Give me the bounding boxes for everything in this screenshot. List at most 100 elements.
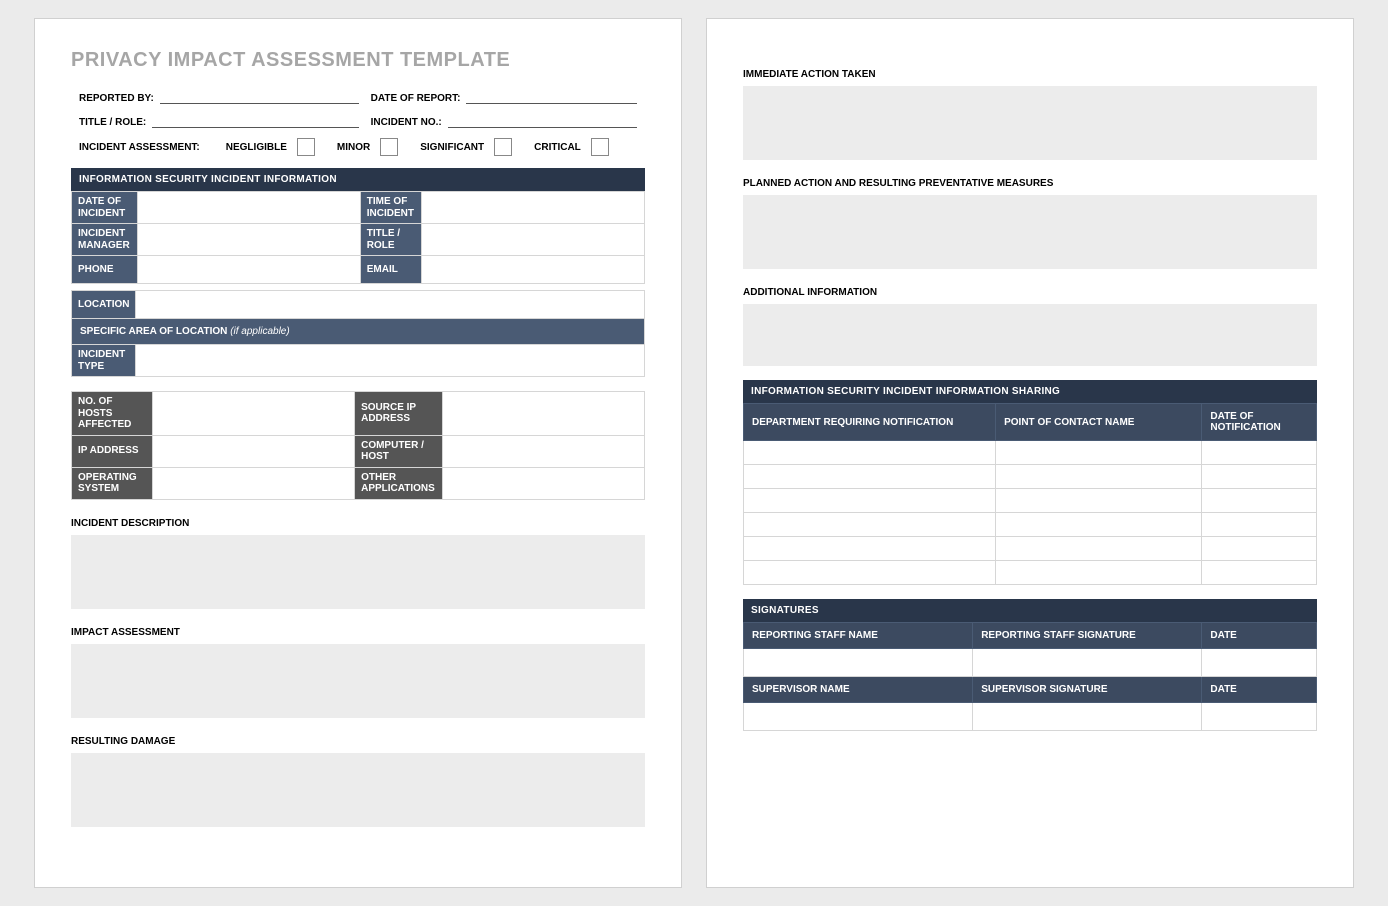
incident-no-field[interactable] xyxy=(448,114,637,128)
level-significant-checkbox[interactable] xyxy=(494,138,512,156)
incident-description-field[interactable] xyxy=(71,535,645,609)
signatures-header: SIGNATURES xyxy=(743,599,1317,622)
planned-action-label: PLANNED ACTION AND RESULTING PREVENTATIV… xyxy=(743,178,1317,189)
sharing-cell[interactable] xyxy=(1202,441,1317,465)
planned-action-field[interactable] xyxy=(743,195,1317,269)
level-critical-label: CRITICAL xyxy=(534,142,581,153)
os-label: OPERATING SYSTEM xyxy=(72,467,153,499)
sig-supervisor-signature-field[interactable] xyxy=(973,703,1202,731)
page-title: PRIVACY IMPACT ASSESSMENT TEMPLATE xyxy=(71,49,645,72)
assessment-label: INCIDENT ASSESSMENT: xyxy=(79,142,200,153)
sharing-cell[interactable] xyxy=(1202,513,1317,537)
specific-area-note: (if applicable) xyxy=(230,326,289,337)
source-ip-field[interactable] xyxy=(442,392,644,436)
sig-supervisor-date-field[interactable] xyxy=(1202,703,1317,731)
sharing-cell[interactable] xyxy=(1202,465,1317,489)
sharing-cell[interactable] xyxy=(744,489,996,513)
time-of-incident-label: TIME OF INCIDENT xyxy=(360,192,421,224)
sharing-cell[interactable] xyxy=(744,441,996,465)
sharing-cell[interactable] xyxy=(744,561,996,585)
sharing-cell[interactable] xyxy=(1202,537,1317,561)
sharing-col-dept: DEPARTMENT REQUIRING NOTIFICATION xyxy=(744,404,996,441)
signatures-table: REPORTING STAFF NAME REPORTING STAFF SIG… xyxy=(743,622,1317,731)
hosts-affected-label: NO. OF HOSTS AFFECTED xyxy=(72,392,153,436)
other-apps-field[interactable] xyxy=(442,467,644,499)
sharing-cell[interactable] xyxy=(744,465,996,489)
title-role-label: TITLE / ROLE: xyxy=(79,117,146,128)
incident-description-label: INCIDENT DESCRIPTION xyxy=(71,518,645,529)
level-minor-label: MINOR xyxy=(337,142,370,153)
level-critical-checkbox[interactable] xyxy=(591,138,609,156)
sig-supervisor-signature-label: SUPERVISOR SIGNATURE xyxy=(973,677,1202,703)
resulting-damage-field[interactable] xyxy=(71,753,645,827)
incident-info-header: INFORMATION SECURITY INCIDENT INFORMATIO… xyxy=(71,168,645,191)
phone-label: PHONE xyxy=(72,256,138,284)
resulting-damage-label: RESULTING DAMAGE xyxy=(71,736,645,747)
os-field[interactable] xyxy=(152,467,354,499)
sharing-cell[interactable] xyxy=(996,561,1202,585)
sig-staff-date-field[interactable] xyxy=(1202,649,1317,677)
source-ip-label: SOURCE IP ADDRESS xyxy=(355,392,443,436)
sharing-cell[interactable] xyxy=(996,465,1202,489)
computer-host-label: COMPUTER / HOST xyxy=(355,435,443,467)
sig-staff-date-label: DATE xyxy=(1202,623,1317,649)
time-of-incident-field[interactable] xyxy=(421,192,644,224)
other-apps-label: OTHER APPLICATIONS xyxy=(355,467,443,499)
sharing-cell[interactable] xyxy=(1202,561,1317,585)
incident-manager-field[interactable] xyxy=(137,224,360,256)
sharing-cell[interactable] xyxy=(996,513,1202,537)
sig-staff-name-field[interactable] xyxy=(744,649,973,677)
incident-info-table: DATE OF INCIDENT TIME OF INCIDENT INCIDE… xyxy=(71,191,645,284)
sharing-cell[interactable] xyxy=(744,537,996,561)
ip-address-label: IP ADDRESS xyxy=(72,435,153,467)
incident-no-label: INCIDENT NO.: xyxy=(371,117,442,128)
sig-staff-name-label: REPORTING STAFF NAME xyxy=(744,623,973,649)
incident-manager-label: INCIDENT MANAGER xyxy=(72,224,138,256)
additional-info-field[interactable] xyxy=(743,304,1317,366)
sharing-cell[interactable] xyxy=(996,537,1202,561)
incident-type-label: INCIDENT TYPE xyxy=(72,345,136,377)
manager-title-role-label: TITLE / ROLE xyxy=(360,224,421,256)
sharing-cell[interactable] xyxy=(1202,489,1317,513)
manager-title-role-field[interactable] xyxy=(421,224,644,256)
sig-staff-signature-label: REPORTING STAFF SIGNATURE xyxy=(973,623,1202,649)
page-2: IMMEDIATE ACTION TAKEN PLANNED ACTION AN… xyxy=(706,18,1354,888)
ip-address-field[interactable] xyxy=(152,435,354,467)
sig-supervisor-name-label: SUPERVISOR NAME xyxy=(744,677,973,703)
email-field[interactable] xyxy=(421,256,644,284)
incident-type-field[interactable] xyxy=(136,345,645,377)
reported-by-field[interactable] xyxy=(160,90,359,104)
sig-supervisor-date-label: DATE xyxy=(1202,677,1317,703)
level-negligible-label: NEGLIGIBLE xyxy=(226,142,287,153)
sharing-cell[interactable] xyxy=(744,513,996,537)
location-table: LOCATION SPECIFIC AREA OF LOCATION (if a… xyxy=(71,290,645,377)
sharing-cell[interactable] xyxy=(996,489,1202,513)
immediate-action-field[interactable] xyxy=(743,86,1317,160)
sharing-table: DEPARTMENT REQUIRING NOTIFICATION POINT … xyxy=(743,403,1317,585)
hosts-affected-field[interactable] xyxy=(152,392,354,436)
impact-assessment-field[interactable] xyxy=(71,644,645,718)
sharing-col-date: DATE OF NOTIFICATION xyxy=(1202,404,1317,441)
sharing-header: INFORMATION SECURITY INCIDENT INFORMATIO… xyxy=(743,380,1317,403)
location-label: LOCATION xyxy=(72,291,136,319)
sig-staff-signature-field[interactable] xyxy=(973,649,1202,677)
title-role-field[interactable] xyxy=(152,114,358,128)
date-of-report-label: DATE OF REPORT: xyxy=(371,93,461,104)
page-1: PRIVACY IMPACT ASSESSMENT TEMPLATE REPOR… xyxy=(34,18,682,888)
date-of-report-field[interactable] xyxy=(466,90,637,104)
level-negligible-checkbox[interactable] xyxy=(297,138,315,156)
sig-supervisor-name-field[interactable] xyxy=(744,703,973,731)
specific-area-text: SPECIFIC AREA OF LOCATION xyxy=(80,326,227,337)
header-fields: REPORTED BY: DATE OF REPORT: TITLE / ROL… xyxy=(71,90,645,168)
phone-field[interactable] xyxy=(137,256,360,284)
email-label: EMAIL xyxy=(360,256,421,284)
immediate-action-label: IMMEDIATE ACTION TAKEN xyxy=(743,69,1317,80)
location-field[interactable] xyxy=(136,291,645,319)
date-of-incident-field[interactable] xyxy=(137,192,360,224)
host-details-table: NO. OF HOSTS AFFECTED SOURCE IP ADDRESS … xyxy=(71,391,645,500)
computer-host-field[interactable] xyxy=(442,435,644,467)
date-of-incident-label: DATE OF INCIDENT xyxy=(72,192,138,224)
sharing-cell[interactable] xyxy=(996,441,1202,465)
sharing-col-poc: POINT OF CONTACT NAME xyxy=(996,404,1202,441)
level-minor-checkbox[interactable] xyxy=(380,138,398,156)
